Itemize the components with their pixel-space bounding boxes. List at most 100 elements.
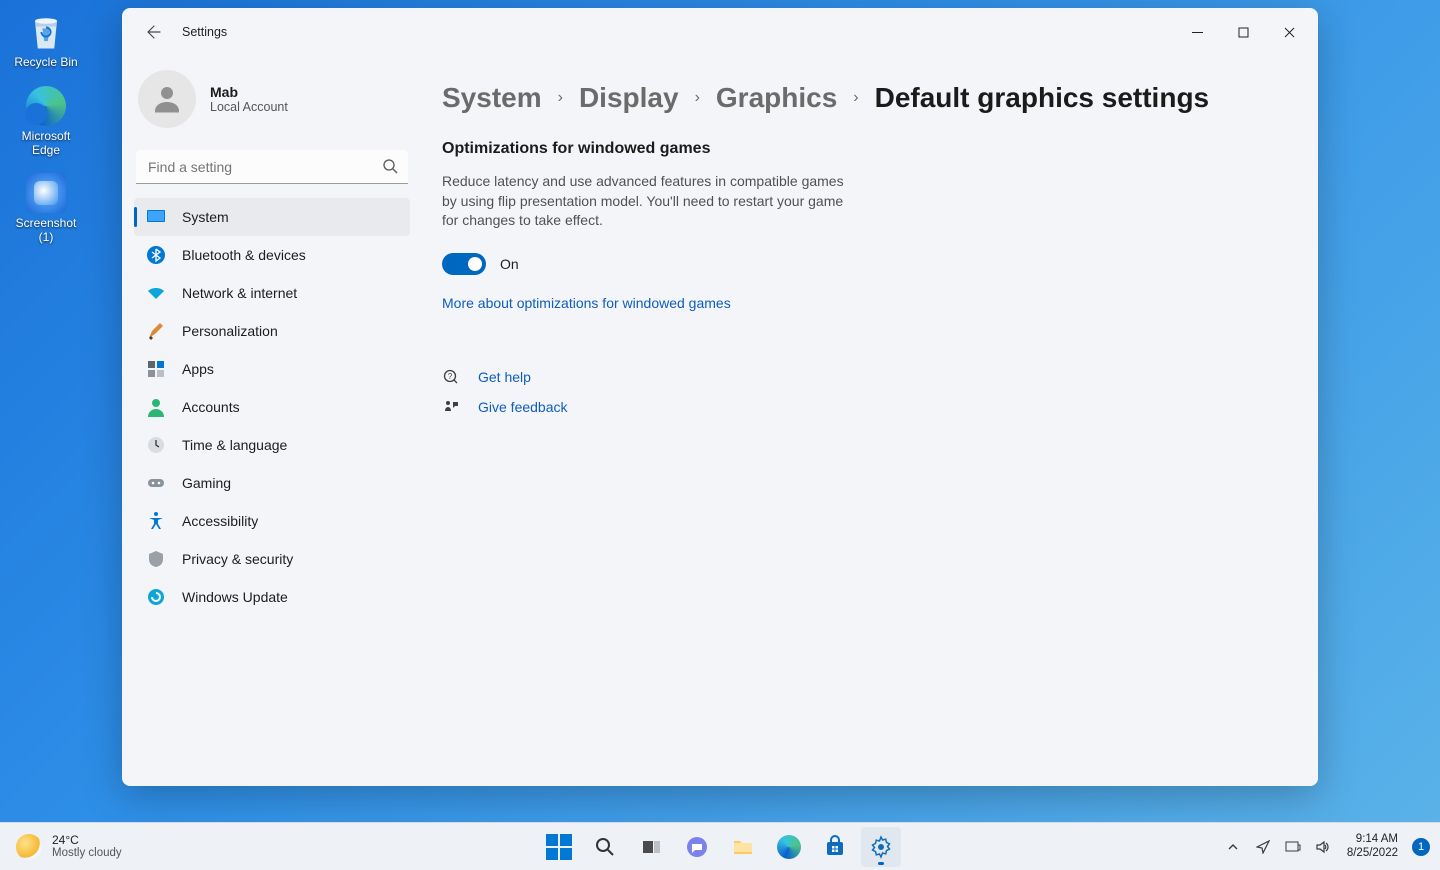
feedback-icon [442, 399, 460, 415]
get-help-link[interactable]: Get help [478, 369, 531, 385]
sidebar-item-system[interactable]: System [134, 198, 410, 236]
tray-location-icon[interactable] [1253, 840, 1273, 854]
svg-text:?: ? [448, 372, 453, 381]
clock-date: 8/25/2022 [1347, 847, 1398, 860]
weather-temp: 24°C [52, 834, 122, 847]
toggle-state-label: On [500, 256, 519, 272]
weather-desc: Mostly cloudy [52, 847, 122, 860]
section-title: Optimizations for windowed games [442, 140, 1278, 158]
sidebar-item-accounts[interactable]: Accounts [134, 388, 410, 426]
nav-label: System [182, 209, 229, 225]
taskbar-store[interactable] [815, 827, 855, 867]
sidebar-item-privacy[interactable]: Privacy & security [134, 540, 410, 578]
nav-label: Privacy & security [182, 551, 293, 567]
tray-chevron-up-icon[interactable] [1223, 841, 1243, 853]
optimizations-toggle[interactable] [442, 253, 486, 275]
taskbar-settings[interactable] [861, 827, 901, 867]
taskbar-clock[interactable]: 9:14 AM 8/25/2022 [1343, 833, 1402, 859]
weather-icon [16, 834, 42, 860]
breadcrumb-system[interactable]: System [442, 82, 542, 114]
system-tray: 9:14 AM 8/25/2022 1 [1223, 833, 1430, 859]
feedback-link[interactable]: Give feedback [478, 399, 568, 415]
desktop-icon-label: Recycle Bin [14, 56, 77, 70]
display-icon [146, 207, 166, 227]
minimize-button[interactable] [1174, 16, 1220, 48]
search-input[interactable] [136, 150, 408, 184]
gamepad-icon [146, 473, 166, 493]
wifi-icon [146, 283, 166, 303]
breadcrumb-graphics[interactable]: Graphics [716, 82, 837, 114]
taskbar-center [539, 827, 901, 867]
shield-icon [146, 549, 166, 569]
nav-label: Accessibility [182, 513, 258, 529]
nav-label: Bluetooth & devices [182, 247, 306, 263]
sidebar-item-personalization[interactable]: Personalization [134, 312, 410, 350]
toggle-row: On [442, 253, 1278, 275]
nav-label: Personalization [182, 323, 278, 339]
chevron-right-icon: › [695, 89, 700, 107]
get-help-row: ? Get help [442, 369, 1278, 385]
sidebar-item-gaming[interactable]: Gaming [134, 464, 410, 502]
screenshot-icon [24, 171, 68, 215]
chat-icon [685, 835, 709, 859]
taskbar: 24°C Mostly cloudy 9:14 AM 8/25/2022 1 [0, 822, 1440, 870]
learn-more-link[interactable]: More about optimizations for windowed ga… [442, 295, 731, 311]
folder-icon [731, 835, 755, 859]
sidebar-item-time[interactable]: Time & language [134, 426, 410, 464]
search-box [136, 150, 408, 184]
search-icon [594, 836, 616, 858]
paintbrush-icon [146, 321, 166, 341]
start-button[interactable] [539, 827, 579, 867]
nav-list: System Bluetooth & devices Network & int… [134, 198, 410, 616]
clock-time: 9:14 AM [1356, 833, 1398, 846]
profile-name: Mab [210, 84, 288, 100]
nav-label: Network & internet [182, 285, 297, 301]
desktop-icon-screenshot[interactable]: Screenshot (1) [8, 171, 84, 245]
tray-network-icon[interactable] [1283, 839, 1303, 855]
back-button[interactable] [140, 18, 168, 46]
update-icon [146, 587, 166, 607]
notif-count: 1 [1418, 841, 1424, 853]
help-section: ? Get help Give feedback [442, 369, 1278, 415]
apps-icon [146, 359, 166, 379]
desktop-icon-edge[interactable]: Microsoft Edge [8, 84, 84, 158]
breadcrumb-current: Default graphics settings [875, 82, 1210, 114]
breadcrumb: System › Display › Graphics › Default gr… [442, 82, 1278, 114]
profile-block[interactable]: Mab Local Account [134, 60, 410, 146]
windows-icon [546, 834, 572, 860]
desktop-icons: Recycle Bin Microsoft Edge Screenshot (1… [8, 10, 84, 245]
taskbar-chat[interactable] [677, 827, 717, 867]
window-title: Settings [182, 25, 227, 39]
chevron-right-icon: › [558, 89, 563, 107]
sidebar-item-accessibility[interactable]: Accessibility [134, 502, 410, 540]
clock-icon [146, 435, 166, 455]
person-icon [146, 397, 166, 417]
close-button[interactable] [1266, 16, 1312, 48]
edge-icon [24, 84, 68, 128]
gear-icon [869, 835, 893, 859]
task-view-button[interactable] [631, 827, 671, 867]
notification-badge[interactable]: 1 [1412, 838, 1430, 856]
sidebar-item-network[interactable]: Network & internet [134, 274, 410, 312]
sidebar-item-apps[interactable]: Apps [134, 350, 410, 388]
taskbar-explorer[interactable] [723, 827, 763, 867]
search-icon[interactable] [382, 158, 398, 179]
taskview-icon [640, 836, 662, 858]
breadcrumb-display[interactable]: Display [579, 82, 679, 114]
maximize-button[interactable] [1220, 16, 1266, 48]
desktop-icon-recycle-bin[interactable]: Recycle Bin [8, 10, 84, 70]
edge-icon [777, 835, 801, 859]
tray-volume-icon[interactable] [1313, 839, 1333, 855]
store-icon [823, 835, 847, 859]
profile-subtitle: Local Account [210, 100, 288, 114]
settings-window: Settings Mab Local Account [122, 8, 1318, 786]
nav-label: Gaming [182, 475, 231, 491]
sidebar-item-bluetooth[interactable]: Bluetooth & devices [134, 236, 410, 274]
avatar-icon [138, 70, 196, 128]
taskbar-search[interactable] [585, 827, 625, 867]
desktop-icon-label: Microsoft Edge [8, 130, 84, 158]
taskbar-edge[interactable] [769, 827, 809, 867]
sidebar-item-update[interactable]: Windows Update [134, 578, 410, 616]
taskbar-weather[interactable]: 24°C Mostly cloudy [0, 834, 122, 860]
nav-label: Apps [182, 361, 214, 377]
